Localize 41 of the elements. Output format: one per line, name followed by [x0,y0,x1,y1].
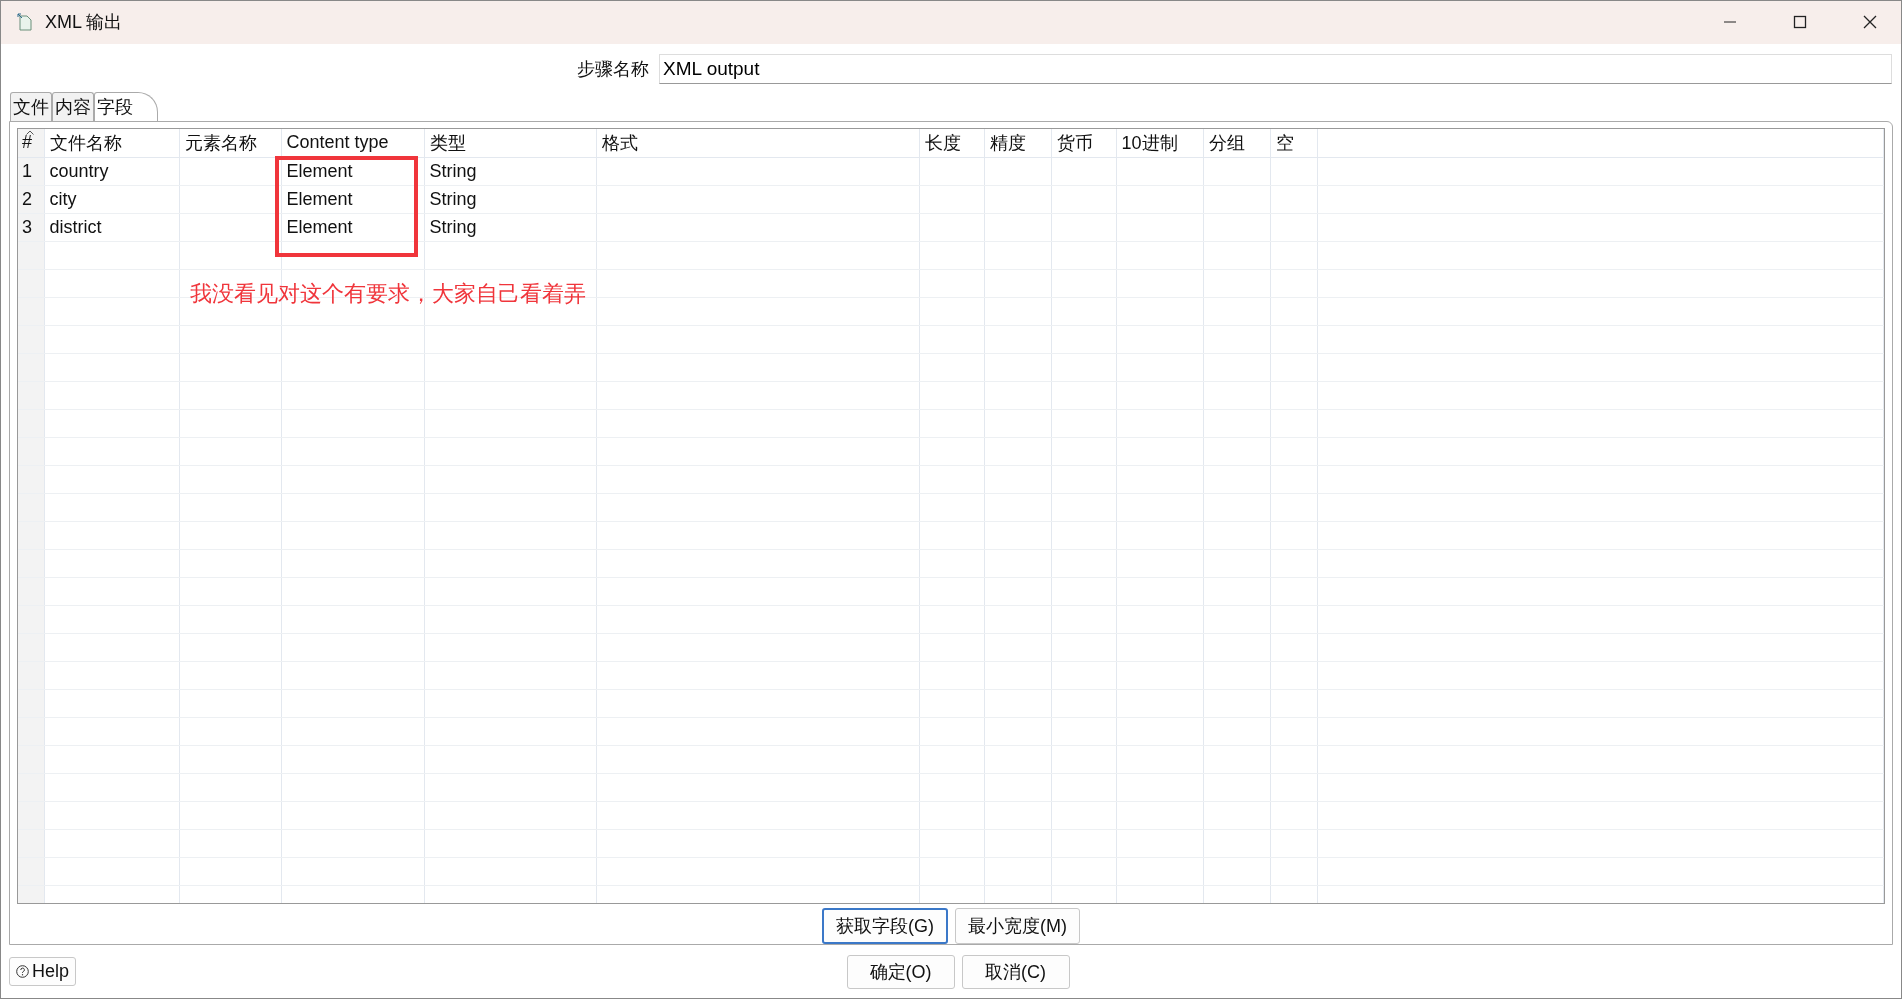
column-header[interactable]: Content type [281,128,424,158]
column-header[interactable]: 分组 [1203,128,1270,158]
help-icon [16,965,29,978]
table-cell: Element [286,160,353,181]
table-cell: 3 [22,216,32,237]
table-cell: district [49,216,102,237]
tab[interactable]: 内容 [52,91,94,121]
document-icon [17,13,33,32]
column-header[interactable]: # [18,128,44,158]
table-cell: 1 [22,160,32,181]
table-cell: city [49,188,77,209]
step-name-field[interactable]: XML output [659,53,1892,84]
column-header[interactable]: 精度 [984,128,1051,158]
table-cell: String [429,216,477,237]
table-cell: Element [286,188,353,209]
tab[interactable]: 文件 [10,91,52,121]
window-title: XML 输出 [45,11,123,35]
table-cell: country [49,160,109,181]
column-header[interactable]: 货币 [1051,128,1116,158]
column-header[interactable]: 文件名称 [44,128,179,158]
help-button[interactable]: Help [9,957,77,986]
table-cell: Element [286,216,353,237]
panel-button[interactable]: 最小宽度(M) [955,907,1080,944]
sort-caret-icon [26,129,34,135]
annotation-text: 我没看见对这个有要求，大家自己看着弄 [190,279,586,308]
column-header[interactable]: 类型 [424,128,596,158]
table-cell: String [429,188,477,209]
column-header[interactable]: 空 [1270,128,1317,158]
table-cell: 2 [22,188,32,209]
close-icon[interactable] [1863,15,1877,30]
column-header[interactable]: 长度 [919,128,984,158]
step-name-label: 步骤名称 [576,57,650,81]
maximize-icon[interactable] [1793,15,1807,30]
panel-button[interactable]: 获取字段(G) [822,907,948,944]
column-header[interactable]: 10进制 [1116,128,1203,158]
dialog-button[interactable]: 取消(C) [961,954,1070,989]
tab[interactable]: 字段 [94,91,158,121]
column-header[interactable]: 格式 [596,128,919,158]
dialog-button[interactable]: 确定(O) [846,954,955,989]
column-header[interactable]: 元素名称 [179,128,281,158]
table-cell: String [429,160,477,181]
